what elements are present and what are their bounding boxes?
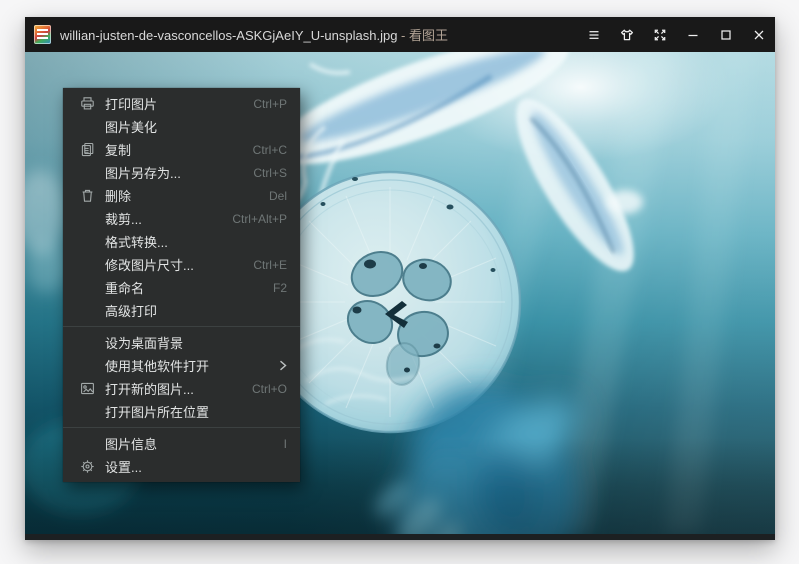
menu-item-label: 设置... bbox=[105, 457, 142, 476]
maximize-icon bbox=[718, 27, 734, 43]
printer-icon bbox=[78, 96, 96, 112]
icon-spacer bbox=[78, 303, 96, 319]
minimize-button[interactable] bbox=[676, 17, 709, 52]
icon-spacer bbox=[78, 404, 96, 420]
menu-item-label: 图片信息 bbox=[105, 434, 157, 453]
menu-item-label: 复制 bbox=[105, 140, 131, 159]
app-logo-icon bbox=[34, 25, 51, 44]
window-title: willian-justen-de-vasconcellos-ASKGjAeIY… bbox=[60, 25, 448, 44]
menu-item-label: 修改图片尺寸... bbox=[105, 255, 194, 274]
icon-spacer bbox=[78, 358, 96, 374]
menu-item-label: 打印图片 bbox=[105, 94, 157, 113]
menu-item-shortcut: Del bbox=[255, 189, 287, 203]
menu-item-open-file-location[interactable]: 打开图片所在位置 bbox=[63, 400, 300, 423]
menu-item-label: 打开新的图片... bbox=[105, 379, 194, 398]
menu-item-shortcut: Ctrl+P bbox=[239, 97, 287, 111]
menu-item-label: 重命名 bbox=[105, 278, 144, 297]
menu-item-label: 图片美化 bbox=[105, 117, 157, 136]
context-menu: 打印图片 Ctrl+P 图片美化 复制 Ctrl+C 图片另存为... Ctrl… bbox=[63, 88, 300, 482]
icon-spacer bbox=[78, 234, 96, 250]
minimize-icon bbox=[685, 27, 701, 43]
menu-item-advanced-print[interactable]: 高级打印 bbox=[63, 299, 300, 322]
window-bottom-edge bbox=[25, 534, 775, 540]
close-icon bbox=[751, 27, 767, 43]
menu-item-shortcut: F2 bbox=[259, 281, 287, 295]
icon-spacer bbox=[78, 335, 96, 351]
menu-item-save-as[interactable]: 图片另存为... Ctrl+S bbox=[63, 161, 300, 184]
menu-item-settings[interactable]: 设置... bbox=[63, 455, 300, 478]
menu-item-label: 图片另存为... bbox=[105, 163, 181, 182]
skin-button[interactable] bbox=[610, 17, 643, 52]
copy-icon bbox=[78, 142, 96, 158]
icon-spacer bbox=[78, 119, 96, 135]
menu-item-shortcut: Ctrl+O bbox=[238, 382, 287, 396]
menu-item-shortcut: Ctrl+C bbox=[239, 143, 287, 157]
submenu-arrow-icon bbox=[279, 360, 287, 371]
menu-item-shortcut: Ctrl+S bbox=[239, 166, 287, 180]
menu-item-delete[interactable]: 删除 Del bbox=[63, 184, 300, 207]
trash-icon bbox=[78, 188, 96, 204]
menu-item-set-wallpaper[interactable]: 设为桌面背景 bbox=[63, 331, 300, 354]
icon-spacer bbox=[78, 280, 96, 296]
title-filename: willian-justen-de-vasconcellos-ASKGjAeIY… bbox=[60, 28, 397, 43]
menu-item-shortcut: Ctrl+E bbox=[239, 258, 287, 272]
menu-item-label: 打开图片所在位置 bbox=[105, 402, 209, 421]
menu-item-rename[interactable]: 重命名 F2 bbox=[63, 276, 300, 299]
titlebar[interactable]: willian-justen-de-vasconcellos-ASKGjAeIY… bbox=[25, 17, 775, 52]
menu-item-label: 删除 bbox=[105, 186, 131, 205]
menu-item-open-with[interactable]: 使用其他软件打开 bbox=[63, 354, 300, 377]
window-controls bbox=[577, 17, 775, 52]
menu-item-open-new-image[interactable]: 打开新的图片... Ctrl+O bbox=[63, 377, 300, 400]
title-app-name: - 看图王 bbox=[397, 28, 448, 43]
icon-spacer bbox=[78, 436, 96, 452]
maximize-button[interactable] bbox=[709, 17, 742, 52]
menu-item-resize[interactable]: 修改图片尺寸... Ctrl+E bbox=[63, 253, 300, 276]
menu-item-label: 设为桌面背景 bbox=[105, 333, 183, 352]
close-button[interactable] bbox=[742, 17, 775, 52]
icon-spacer bbox=[78, 257, 96, 273]
menu-item-print-image[interactable]: 打印图片 Ctrl+P bbox=[63, 92, 300, 115]
menu-separator bbox=[63, 326, 300, 327]
menu-item-crop[interactable]: 裁剪... Ctrl+Alt+P bbox=[63, 207, 300, 230]
fullscreen-icon bbox=[652, 27, 668, 43]
icon-spacer bbox=[78, 211, 96, 227]
fullscreen-button[interactable] bbox=[643, 17, 676, 52]
desktop-stage: willian-justen-de-vasconcellos-ASKGjAeIY… bbox=[0, 0, 799, 564]
menu-item-label: 使用其他软件打开 bbox=[105, 356, 209, 375]
menu-item-shortcut: I bbox=[270, 437, 287, 451]
menu-item-label: 高级打印 bbox=[105, 301, 157, 320]
menu-icon bbox=[586, 27, 602, 43]
menu-item-format-convert[interactable]: 格式转换... bbox=[63, 230, 300, 253]
icon-spacer bbox=[78, 165, 96, 181]
skin-icon bbox=[619, 27, 635, 43]
menu-separator bbox=[63, 427, 300, 428]
menu-item-label: 格式转换... bbox=[105, 232, 168, 251]
menu-button[interactable] bbox=[577, 17, 610, 52]
menu-item-beautify[interactable]: 图片美化 bbox=[63, 115, 300, 138]
menu-item-label: 裁剪... bbox=[105, 209, 142, 228]
menu-item-shortcut: Ctrl+Alt+P bbox=[218, 212, 287, 226]
gear-icon bbox=[78, 459, 96, 475]
menu-item-copy[interactable]: 复制 Ctrl+C bbox=[63, 138, 300, 161]
image-icon bbox=[78, 381, 96, 397]
menu-item-image-info[interactable]: 图片信息 I bbox=[63, 432, 300, 455]
